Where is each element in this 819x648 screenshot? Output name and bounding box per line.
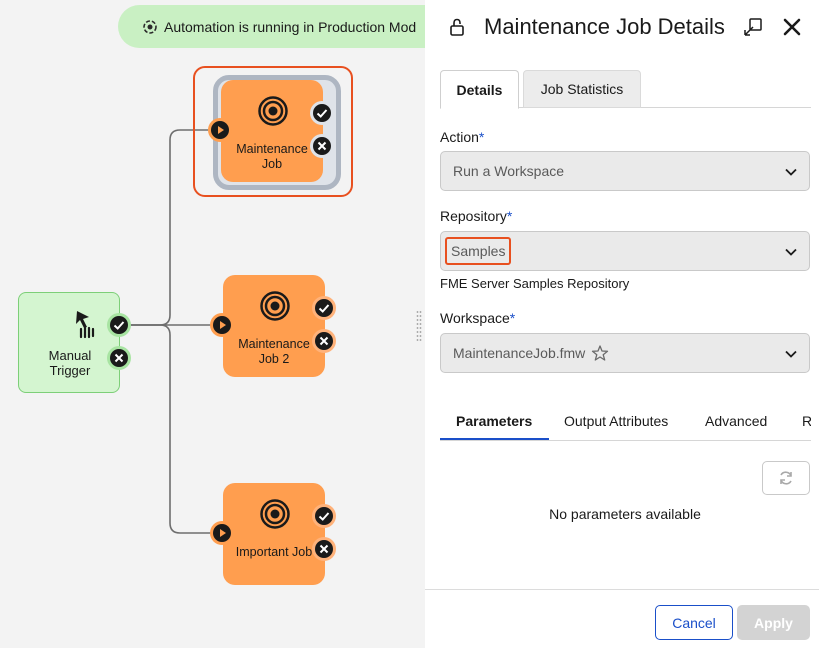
x-circle-icon <box>313 137 331 155</box>
action-value: Run a Workspace <box>453 163 565 179</box>
x-circle-icon <box>315 540 333 558</box>
job-details-panel: Maintenance Job Details Details Job Stat… <box>425 0 819 648</box>
trigger-failure-port[interactable] <box>107 346 131 370</box>
action-select[interactable]: Run a Workspace <box>440 151 810 191</box>
job-success-port[interactable] <box>310 101 334 125</box>
job-input-port[interactable] <box>210 521 234 545</box>
target-icon <box>258 96 288 126</box>
job-failure-port[interactable] <box>310 134 334 158</box>
chevron-down-icon <box>785 350 797 358</box>
chevron-down-icon <box>785 168 797 176</box>
tab-advanced[interactable]: Advanced <box>705 413 767 429</box>
workspace-label: Workspace* <box>440 310 516 326</box>
trigger-label: Manual Trigger <box>48 348 92 378</box>
tab-details[interactable]: Details <box>440 70 519 109</box>
refresh-icon <box>780 471 792 485</box>
check-icon <box>110 316 128 334</box>
action-label: Action* <box>440 129 485 145</box>
panel-title: Maintenance Job Details <box>484 14 725 39</box>
tab-overflow[interactable]: R <box>802 413 811 429</box>
details-tabs: Details Job Statistics <box>440 70 811 109</box>
popout-icon[interactable] <box>743 17 763 37</box>
check-icon <box>313 104 331 122</box>
repository-label: Repository* <box>440 208 513 224</box>
chevron-down-icon <box>785 248 797 256</box>
star-icon[interactable] <box>591 344 609 362</box>
workflow-canvas[interactable]: Automation is running in Production Mod … <box>0 0 425 648</box>
job-label: Important Job <box>235 545 313 559</box>
repository-select[interactable]: Samples <box>440 231 810 271</box>
workspace-select[interactable]: MaintenanceJob.fmw <box>440 333 810 373</box>
footer-divider <box>425 589 819 590</box>
job-failure-port[interactable] <box>312 537 336 561</box>
job-input-port[interactable] <box>208 118 232 142</box>
cancel-button[interactable]: Cancel <box>655 605 733 640</box>
panel-header: Maintenance Job Details <box>425 0 819 56</box>
check-icon <box>315 507 333 525</box>
target-icon <box>260 291 290 321</box>
target-icon <box>260 499 290 529</box>
repository-value: Samples <box>445 237 512 265</box>
hand-pointer-icon <box>69 307 103 341</box>
manual-trigger-node[interactable]: Manual Trigger <box>18 292 120 393</box>
lock-icon[interactable] <box>448 17 466 37</box>
play-icon <box>213 316 231 334</box>
panel-resize-handle[interactable] <box>416 310 422 342</box>
job-node-maintenance-job-2[interactable]: Maintenance Job 2 <box>223 275 325 377</box>
empty-parameters-message: No parameters available <box>549 506 701 522</box>
check-icon <box>315 299 333 317</box>
parameter-tabs: Parameters Output Attributes Advanced R <box>440 404 811 441</box>
x-circle-icon <box>315 332 333 350</box>
x-circle-icon <box>110 349 128 367</box>
close-icon[interactable] <box>781 16 803 38</box>
job-label: Maintenance Job <box>236 142 308 171</box>
play-icon <box>213 524 231 542</box>
tab-output-attributes[interactable]: Output Attributes <box>564 413 668 429</box>
active-tab-indicator <box>440 438 549 440</box>
tab-job-statistics[interactable]: Job Statistics <box>523 70 641 108</box>
play-icon <box>211 121 229 139</box>
workspace-value: MaintenanceJob.fmw <box>453 345 586 361</box>
job-success-port[interactable] <box>312 504 336 528</box>
job-failure-port[interactable] <box>312 329 336 353</box>
job-label: Maintenance Job 2 <box>238 337 310 366</box>
apply-button[interactable]: Apply <box>737 605 810 640</box>
job-success-port[interactable] <box>312 296 336 320</box>
job-node-maintenance-job[interactable]: Maintenance Job <box>221 80 323 182</box>
job-node-important-job[interactable]: Important Job <box>223 483 325 585</box>
tab-parameters[interactable]: Parameters <box>456 413 532 429</box>
job-input-port[interactable] <box>210 313 234 337</box>
trigger-success-port[interactable] <box>107 313 131 337</box>
repository-help-text: FME Server Samples Repository <box>440 276 630 291</box>
refresh-button[interactable] <box>762 461 810 495</box>
